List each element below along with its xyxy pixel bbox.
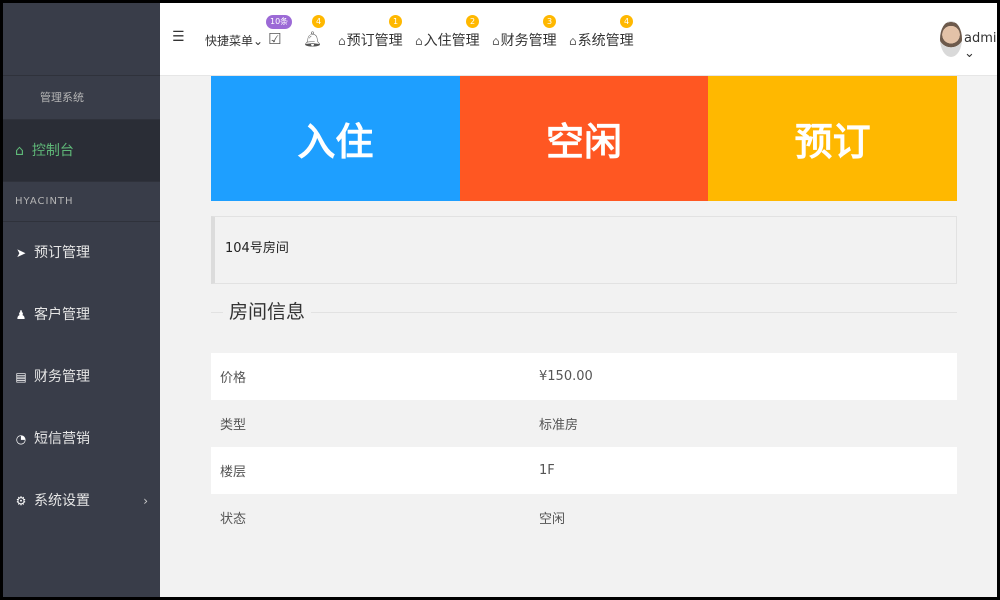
room-info-table: 价格 ¥150.00 类型 标准房 楼层 1F 状态 空闲 [211,353,957,541]
sidebar-group-label: HYACINTH [3,182,160,222]
section-title: 房间信息 [223,297,312,327]
home-icon: ⌂ [338,34,346,48]
info-value: 1F [530,447,957,494]
sidebar: 管理系统 ⌂ 控制台 HYACINTH ➤ 预订管理 ♟ 客户管理 ▤ 财务管理 ◔ 短信… [3,3,160,597]
info-key: 价格 [211,353,530,400]
nav-label: 系统管理 [577,33,634,49]
person-icon: ♟ [15,308,27,322]
quick-menu-label: 快捷菜单 [205,34,254,48]
chevron-right-icon: › [143,494,148,508]
bell-badge: 4 [312,15,325,28]
main-content: 入住 空闲 预订 104号房间 房间信息 价格 ¥150.00 类型 标准房 楼… [160,76,997,597]
sidebar-item-console[interactable]: ⌂ 控制台 [3,120,160,182]
paper-plane-icon: ➤ [15,246,27,260]
sidebar-item-label: 财务管理 [34,369,90,385]
info-key: 状态 [211,494,530,541]
nav-badge: 1 [389,15,402,28]
nav-checkin[interactable]: ⌂入住管理 [415,30,480,50]
nav-badge: 2 [466,15,479,28]
top-header: ☰ 快捷菜单⌄ ☑ 10条 🔔︎ 4 ⌂预订管理 1 ⌂入住管理 2 ⌂财务管理… [160,3,997,76]
user-menu[interactable]: admin ⌄ [964,31,997,61]
nav-badge: 3 [543,15,556,28]
todo-badge: 10条 [266,15,293,29]
home-icon: ⌂ [415,34,423,48]
app-window: 管理系统 ⌂ 控制台 HYACINTH ➤ 预订管理 ♟ 客户管理 ▤ 财务管理 ◔ 短信… [3,3,997,597]
divider [211,312,957,313]
sidebar-item-label: 预订管理 [34,245,90,261]
gears-icon: ⚙ [15,494,27,508]
sidebar-item-label: 控制台 [31,143,74,159]
home-icon: ⌂ [569,34,577,48]
sidebar-item-settings[interactable]: ⚙ 系统设置 › [3,470,160,532]
sidebar-item-sms[interactable]: ◔ 短信营销 [3,408,160,470]
bell-icon[interactable]: 🔔︎ [303,30,322,48]
room-name-quote: 104号房间 [211,216,957,284]
chevron-down-icon: ⌄ [253,34,264,48]
todo-icon[interactable]: ☑ [268,30,281,48]
menu-toggle-icon[interactable]: ☰ [172,29,185,45]
table-row: 楼层 1F [211,447,957,494]
table-row: 价格 ¥150.00 [211,353,957,400]
info-key: 楼层 [211,447,530,494]
info-key: 类型 [211,400,530,447]
info-value: ¥150.00 [530,353,957,400]
sidebar-logo [3,3,160,76]
room-status-buttons: 入住 空闲 预订 [211,76,958,201]
sidebar-item-label: 客户管理 [34,307,90,323]
booked-button[interactable]: 预订 [708,76,958,201]
quick-menu-dropdown[interactable]: 快捷菜单⌄ [205,32,263,49]
chevron-down-icon: ⌄ [964,46,975,61]
sidebar-item-finance[interactable]: ▤ 财务管理 [3,346,160,408]
user-name: admin [964,31,997,46]
home-icon: ⌂ [15,143,24,159]
info-value: 空闲 [530,494,957,541]
nav-label: 入住管理 [423,33,480,49]
home-icon: ⌂ [492,34,500,48]
sidebar-title: 管理系统 [3,76,160,120]
sidebar-item-booking[interactable]: ➤ 预订管理 [3,222,160,284]
nav-label: 预订管理 [346,33,403,49]
sidebar-item-label: 短信营销 [34,431,90,447]
checkin-button[interactable]: 入住 [211,76,460,201]
nav-label: 财务管理 [500,33,557,49]
free-button[interactable]: 空闲 [459,76,709,201]
chat-icon: ◔ [15,432,27,446]
table-row: 状态 空闲 [211,494,957,541]
sidebar-item-customers[interactable]: ♟ 客户管理 [3,284,160,346]
info-value: 标准房 [530,400,957,447]
table-row: 类型 标准房 [211,400,957,447]
nav-system[interactable]: ⌂系统管理 [569,30,634,50]
sidebar-item-label: 系统设置 [34,493,90,509]
nav-finance[interactable]: ⌂财务管理 [492,30,557,50]
avatar[interactable] [940,21,962,57]
card-icon: ▤ [15,370,27,384]
nav-booking[interactable]: ⌂预订管理 [338,30,403,50]
nav-badge: 4 [620,15,633,28]
room-info-section-title: 房间信息 [211,297,957,327]
